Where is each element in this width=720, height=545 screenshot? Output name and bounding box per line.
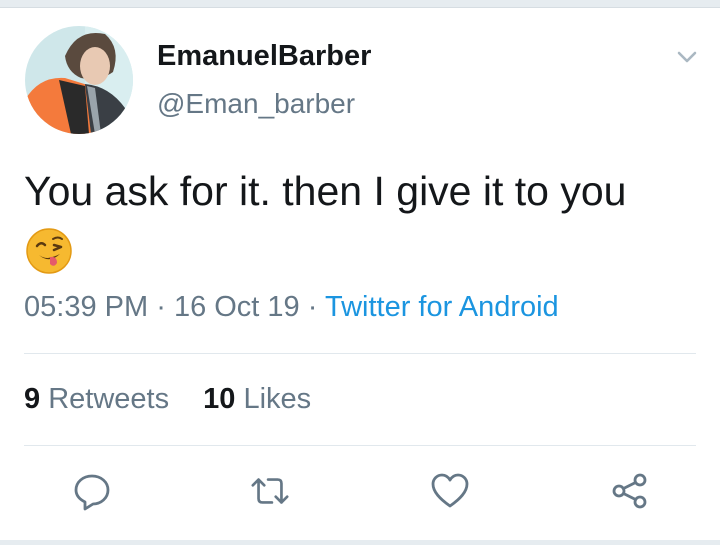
tweet-time: 05:39 PM xyxy=(24,291,149,323)
reply-icon xyxy=(74,474,110,511)
retweets-label: Retweets xyxy=(48,383,170,415)
avatar[interactable] xyxy=(25,26,133,134)
share-button[interactable] xyxy=(609,470,651,512)
author-display-name[interactable]: EmanuelBarber xyxy=(157,40,371,73)
meta-separator: · xyxy=(156,291,166,323)
winking-face-with-tongue-icon xyxy=(24,225,74,275)
tweet-source-link[interactable]: Twitter for Android xyxy=(325,291,559,323)
divider xyxy=(24,445,696,446)
tweet-text: You ask for it. then I give it to you xyxy=(24,168,627,214)
reply-button[interactable] xyxy=(71,470,113,512)
top-border xyxy=(0,0,720,8)
author-handle[interactable]: @Eman_barber xyxy=(157,88,355,120)
share-icon xyxy=(612,473,647,509)
divider xyxy=(24,353,696,354)
tweet-date: 16 Oct 19 xyxy=(173,291,300,323)
meta-separator: · xyxy=(307,291,318,323)
tweet-detail: EmanuelBarber @Eman_barber You ask for i… xyxy=(0,0,720,545)
bottom-border xyxy=(0,540,720,545)
likes-stat[interactable]: 10 Likes xyxy=(203,383,311,416)
likes-label: Likes xyxy=(243,383,312,415)
retweets-stat[interactable]: 9 Retweets xyxy=(24,383,169,416)
tweet-stats: 9 Retweets 10 Likes xyxy=(24,383,311,416)
retweet-icon xyxy=(251,478,289,504)
tweet-meta: 05:39 PM · 16 Oct 19 · Twitter for Andro… xyxy=(24,291,559,324)
like-button[interactable] xyxy=(429,470,471,512)
likes-count: 10 xyxy=(203,383,236,415)
retweet-button[interactable] xyxy=(249,470,291,512)
retweets-count: 9 xyxy=(24,383,41,415)
chevron-down-icon[interactable] xyxy=(674,44,700,70)
heart-icon xyxy=(431,473,469,508)
